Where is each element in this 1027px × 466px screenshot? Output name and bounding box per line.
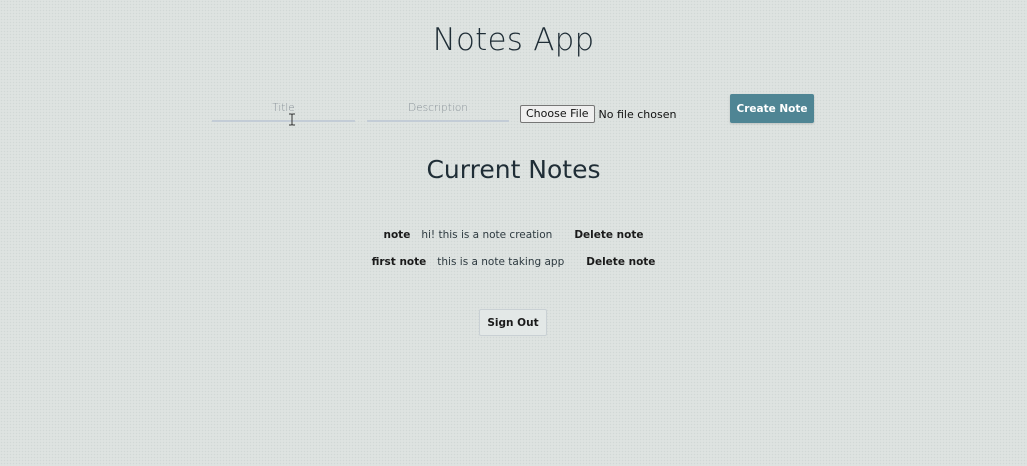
delete-note-button[interactable]: Delete note bbox=[586, 256, 655, 268]
notes-list: note hi! this is a note creation Delete … bbox=[0, 228, 1027, 282]
file-status-text: No file chosen bbox=[598, 107, 677, 121]
text-cursor-icon bbox=[288, 113, 296, 126]
note-description: hi! this is a note creation bbox=[421, 229, 553, 241]
delete-note-button[interactable]: Delete note bbox=[574, 229, 643, 241]
choose-file-button[interactable]: Choose File bbox=[520, 105, 595, 123]
note-item: first note this is a note taking app Del… bbox=[0, 255, 1027, 269]
note-name: first note bbox=[371, 256, 427, 268]
note-name: note bbox=[383, 229, 411, 241]
note-description: this is a note taking app bbox=[437, 256, 565, 268]
create-note-button[interactable]: Create Note bbox=[730, 94, 814, 123]
note-item: note hi! this is a note creation Delete … bbox=[0, 228, 1027, 242]
current-notes-heading: Current Notes bbox=[426, 155, 601, 184]
file-picker: Choose File No file chosen bbox=[520, 104, 676, 124]
app-title: Notes App bbox=[432, 22, 595, 58]
sign-out-button[interactable]: Sign Out bbox=[479, 309, 547, 336]
description-input[interactable] bbox=[367, 96, 509, 122]
title-input[interactable] bbox=[212, 96, 355, 122]
